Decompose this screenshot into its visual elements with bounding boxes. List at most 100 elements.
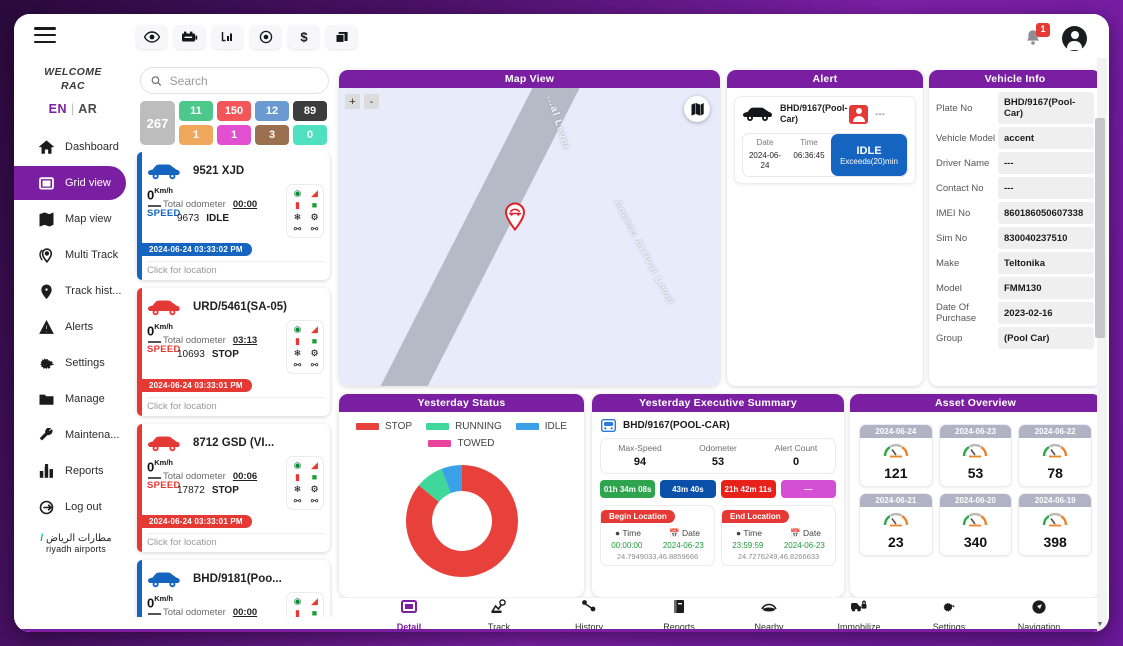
duration-badge[interactable]: 01h 34m 08s [600, 480, 656, 498]
executive-summary-panel: Yesterday Executive Summary BHD/9167(POO… [592, 394, 844, 597]
notification-bell-icon[interactable]: 1 [1023, 22, 1050, 50]
vehicle-map-marker[interactable] [503, 202, 527, 237]
stat-label: Max-Speed [618, 443, 662, 453]
map-layers-icon[interactable] [684, 96, 710, 122]
bottom-nav-navigation[interactable]: Navigation [1010, 598, 1068, 632]
alert-card[interactable]: BHD/9167(Pool-Car) --- Date 2024-06-24 T… [734, 96, 916, 184]
page-scrollbar[interactable]: ▼ [1095, 58, 1107, 632]
count-badge[interactable]: 150 [217, 101, 251, 121]
alert-status-badge[interactable]: IDLE Exceeds(20)min [831, 134, 907, 176]
legend-item[interactable]: RUNNING [426, 421, 502, 432]
gauge-icon [1019, 507, 1091, 533]
asset-card-date: 2024-06-22 [1019, 425, 1091, 438]
sidebar-item-maintena[interactable]: Maintena... [14, 418, 126, 452]
sidebar-item-log-out[interactable]: Log out [14, 490, 126, 524]
count-badge[interactable]: 11 [179, 101, 213, 121]
zoom-out-button[interactable]: - [364, 94, 379, 109]
vehicle-status-icons[interactable]: ◉◢▮■❄⚙⚯⚯ [286, 184, 324, 238]
vehicle-status-icons[interactable]: ◉◢▮■❄⚙⚯⚯ [286, 320, 324, 374]
duration-badge[interactable]: 21h 42m 11s [720, 480, 776, 498]
search-input[interactable] [169, 73, 318, 88]
vehicle-status-icons[interactable]: ◉◢▮■❄⚙⚯⚯ [286, 456, 324, 510]
pin-icon [39, 283, 54, 299]
battery-icon[interactable] [174, 25, 205, 49]
avatar[interactable] [1062, 26, 1087, 51]
hamburger-menu-icon[interactable] [34, 27, 56, 44]
asset-card[interactable]: 2024-06-23 53 [938, 424, 1013, 487]
count-badge[interactable]: 3 [255, 125, 289, 145]
asset-card[interactable]: 2024-06-24 121 [859, 424, 933, 487]
dollar-icon[interactable]: $ [288, 25, 319, 49]
sidebar-item-track-hist[interactable]: Track hist... [14, 274, 126, 308]
vehicle-card[interactable]: 9521 XJD 0Km/h SPEED Total odometer 00:00 967… [137, 152, 330, 280]
asset-card-date: 2024-06-19 [1019, 494, 1091, 507]
scrollbar-thumb[interactable] [1095, 118, 1105, 338]
bottom-nav-reports[interactable]: Reports [650, 598, 708, 632]
click-for-location[interactable]: Click for location [147, 261, 324, 280]
bottom-nav-immobilize[interactable]: Immobilize [830, 598, 888, 632]
asset-card[interactable]: 2024-06-22 78 [1018, 424, 1092, 487]
vehicle-info-row: Model FMM130 [936, 277, 1094, 299]
asset-card-value: 78 [1047, 465, 1063, 481]
vehicle-status-icons[interactable]: ◉◢▮■❄⚙⚯⚯ [286, 592, 324, 617]
duration-badge[interactable]: — [780, 480, 836, 498]
odometer-block: Total odometer 00:00 [163, 607, 265, 617]
vehicle-card[interactable]: 8712 GSD (VI... 0Km/h SPEED Total odometer 0… [137, 424, 330, 552]
legend-item[interactable]: STOP [356, 421, 412, 432]
begin-location-values: 00:00:00 2024-06-23 [601, 541, 714, 550]
speed-unit: Km/h [154, 186, 173, 195]
engine-icon: ⚙ [310, 484, 319, 494]
vehicle-info-value: 860186050607338 [998, 202, 1094, 224]
asset-overview-panel: Asset Overview 2024-06-24 121 2024-06-23 53… [850, 394, 1101, 597]
eye-icon[interactable] [136, 25, 167, 49]
sidebar-item-grid-view[interactable]: Grid view [14, 166, 126, 200]
language-ar[interactable]: AR [78, 102, 97, 116]
click-for-location[interactable]: Click for location [147, 533, 324, 552]
legend-item[interactable]: IDLE [515, 421, 567, 432]
layers-icon[interactable] [326, 25, 357, 49]
chart-icon[interactable] [212, 25, 243, 49]
scrollbar-down-arrow[interactable]: ▼ [1095, 621, 1105, 628]
ac-icon: ❄ [293, 484, 302, 494]
sidebar-item-reports[interactable]: Reports [14, 454, 126, 488]
zoom-in-button[interactable]: + [345, 94, 360, 109]
count-badge[interactable]: 89 [293, 101, 327, 121]
sidebar-item-settings[interactable]: Settings [14, 346, 126, 380]
alert-driver-name: --- [875, 108, 885, 120]
bottom-nav-settings[interactable]: Settings [920, 598, 978, 632]
asset-card[interactable]: 2024-06-21 23 [859, 493, 933, 556]
count-badge[interactable]: 0 [293, 125, 327, 145]
bottom-nav-nearby[interactable]: Nearby [740, 598, 798, 632]
duration-badge[interactable]: 43m 40s [660, 480, 716, 498]
gauge-icon [883, 512, 909, 527]
asset-card[interactable]: 2024-06-19 398 [1018, 493, 1092, 556]
target-icon[interactable] [250, 25, 281, 49]
language-switcher[interactable]: EN | AR [14, 102, 132, 116]
donut-chart[interactable] [339, 455, 584, 587]
search-box[interactable] [140, 67, 329, 94]
vehicle-cards[interactable]: 9521 XJD 0Km/h SPEED Total odometer 00:00 967… [132, 152, 337, 617]
total-count-badge[interactable]: 267 [140, 101, 175, 145]
bottom-nav-track[interactable]: Track [470, 598, 528, 632]
count-badge[interactable]: 1 [217, 125, 251, 145]
count-badge[interactable]: 12 [255, 101, 289, 121]
language-en[interactable]: EN [49, 102, 67, 116]
sidebar-item-dashboard[interactable]: Dashboard [14, 130, 126, 164]
vehicle-card[interactable]: BHD/9181(Poo...0Km/hSPEEDTotal odometer0… [137, 560, 330, 617]
asset-card[interactable]: 2024-06-20 340 [938, 493, 1013, 556]
bottom-nav-history[interactable]: History [560, 598, 618, 632]
app-shell: $ 1 WELCOME RAC EN | AR Dashboard Grid v… [14, 14, 1109, 632]
bottom-nav-detail[interactable]: Detail [380, 598, 438, 632]
legend-item[interactable]: TOWED [428, 438, 495, 449]
sidebar-nav: Dashboard Grid view Map view Multi Track Tra… [14, 130, 132, 524]
sidebar-item-alerts[interactable]: Alerts [14, 310, 126, 344]
sidebar-item-manage[interactable]: Manage [14, 382, 126, 416]
click-for-location[interactable]: Click for location [147, 397, 324, 416]
sidebar-item-multi-track[interactable]: Multi Track [14, 238, 126, 272]
vehicle-card[interactable]: URD/5461(SA-05) 0Km/h SPEED Total odometer 0… [137, 288, 330, 416]
sidebar-item-map-view[interactable]: Map view [14, 202, 126, 236]
top-toolbar: $ [136, 25, 357, 49]
map-canvas[interactable]: ...al Level Access Arrival Level + - [339, 88, 720, 386]
count-badge[interactable]: 1 [179, 125, 213, 145]
vehicle-card-body: 0Km/h SPEED Total odometer 00:06 17872 STOP ◉ ◢… [147, 456, 324, 510]
